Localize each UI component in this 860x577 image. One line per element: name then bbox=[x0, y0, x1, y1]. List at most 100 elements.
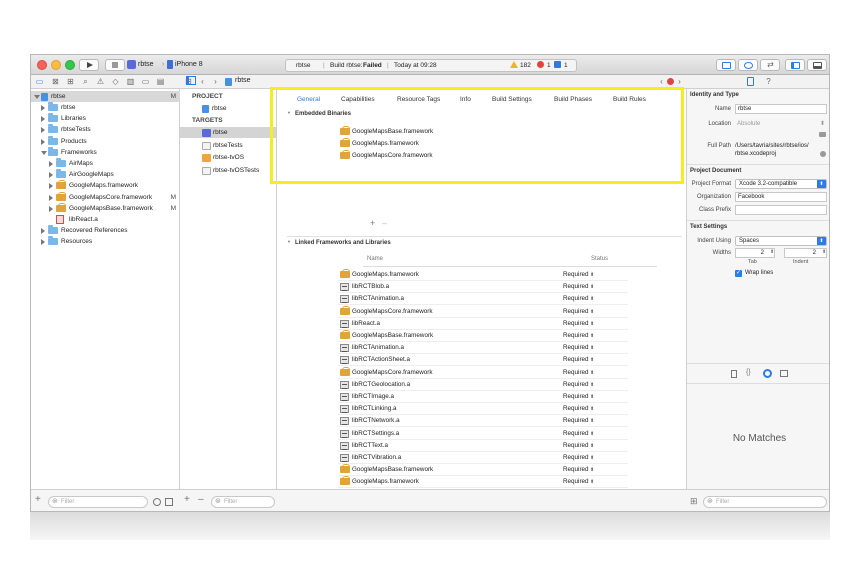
breadcrumb[interactable]: rbtse bbox=[235, 77, 251, 84]
stepper-icon[interactable]: ⬍ bbox=[770, 249, 774, 255]
linked-library-row[interactable]: GoogleMapsBase.framework Required bbox=[338, 464, 628, 477]
target-item[interactable]: rbtse-tvOSTests bbox=[180, 165, 276, 176]
close-button[interactable] bbox=[37, 60, 47, 70]
scm-filter-icon[interactable] bbox=[165, 498, 173, 506]
embedded-binary-row[interactable]: GoogleMapsBase.framework bbox=[338, 126, 628, 138]
error-icon[interactable] bbox=[667, 78, 674, 85]
navigator-item[interactable]: Frameworks bbox=[31, 146, 180, 158]
linked-library-row[interactable]: libRCTBlob.a Required bbox=[338, 281, 628, 294]
linked-library-status[interactable]: Required bbox=[563, 281, 594, 293]
toggle-debug-button[interactable] bbox=[807, 59, 827, 71]
navigator-item[interactable]: AirMaps bbox=[31, 158, 180, 169]
navigator-item[interactable]: GoogleMapsCore.framework M bbox=[31, 191, 180, 203]
linked-library-status[interactable]: Required bbox=[563, 476, 594, 488]
code-snippet-icon[interactable]: {} bbox=[746, 369, 751, 376]
tab-build-phases[interactable]: Build Phases bbox=[554, 96, 592, 103]
minimize-button[interactable] bbox=[51, 60, 61, 70]
run-button[interactable] bbox=[79, 59, 99, 71]
linked-library-row[interactable]: GoogleMapsCore.framework Required bbox=[338, 305, 628, 318]
disclosure-open-icon[interactable] bbox=[41, 150, 47, 155]
toggle-navigator-button[interactable] bbox=[785, 59, 805, 71]
column-header-status[interactable]: Status bbox=[591, 256, 608, 262]
linked-library-status[interactable]: Required bbox=[563, 415, 594, 427]
issue-count[interactable]: 1 bbox=[564, 62, 568, 69]
stepper-icon[interactable]: ⬍ bbox=[822, 249, 826, 255]
assistant-editor-button[interactable] bbox=[738, 59, 758, 71]
linked-library-status[interactable]: Required bbox=[563, 306, 594, 318]
project-format-select[interactable]: Xcode 3.2-compatible bbox=[735, 179, 827, 189]
linked-frameworks-header[interactable]: Linked Frameworks and Libraries bbox=[287, 240, 391, 246]
linked-library-status[interactable]: Required bbox=[563, 428, 594, 440]
linked-library-status[interactable]: Required bbox=[563, 452, 594, 464]
name-field[interactable]: rbtse bbox=[735, 104, 827, 114]
media-library-icon[interactable] bbox=[780, 370, 788, 377]
organization-field[interactable]: Facebook bbox=[735, 192, 827, 202]
warning-triangle-icon[interactable]: ⚠ bbox=[96, 77, 105, 86]
file-template-icon[interactable] bbox=[731, 370, 737, 378]
tab-build-rules[interactable]: Build Rules bbox=[613, 96, 646, 103]
location-select[interactable]: Absolute ⬍ bbox=[735, 119, 827, 129]
navigator-item[interactable]: rbtse bbox=[31, 102, 180, 113]
project-item[interactable]: rbtse bbox=[180, 103, 276, 114]
disclosure-closed-icon[interactable] bbox=[49, 183, 53, 190]
linked-library-status[interactable]: Required bbox=[563, 403, 594, 415]
disclosure-open-icon[interactable] bbox=[34, 95, 40, 99]
linked-library-row[interactable]: libRCTLinking.a Required bbox=[338, 403, 628, 416]
navigator-item[interactable]: AirGoogleMaps bbox=[31, 169, 180, 180]
linked-library-row[interactable]: GoogleMapsCore.framework Required bbox=[338, 366, 628, 379]
tab-build-settings[interactable]: Build Settings bbox=[492, 96, 532, 103]
help-icon[interactable]: ? bbox=[764, 77, 773, 86]
linked-library-row[interactable]: libReact.a Required bbox=[338, 318, 628, 330]
remove-target-button[interactable]: – bbox=[198, 494, 204, 505]
linked-library-row[interactable]: libRCTVibration.a Required bbox=[338, 452, 628, 464]
test-icon[interactable]: ◇ bbox=[111, 77, 120, 86]
navigator-item[interactable]: Products bbox=[31, 135, 180, 147]
scheme-selector[interactable]: rbtse › iPhone 8 bbox=[127, 59, 203, 71]
add-file-button[interactable]: + bbox=[35, 494, 41, 505]
error-count[interactable]: 1 bbox=[547, 62, 551, 69]
linked-library-row[interactable]: libRCTSettings.a Required bbox=[338, 428, 628, 440]
linked-library-status[interactable]: Required bbox=[563, 379, 594, 391]
column-header-name[interactable]: Name bbox=[367, 256, 383, 262]
tab-width-field[interactable]: 2 bbox=[735, 248, 775, 258]
linked-library-row[interactable]: libRCTAnimation.a Required bbox=[338, 342, 628, 355]
disclosure-closed-icon[interactable] bbox=[41, 116, 45, 123]
debug-icon[interactable]: ▥ bbox=[126, 77, 135, 86]
next-issue-icon[interactable]: › bbox=[675, 77, 684, 86]
forward-arrow-icon[interactable]: › bbox=[211, 77, 220, 86]
remove-embedded-button[interactable]: – bbox=[382, 218, 387, 228]
disclosure-closed-icon[interactable] bbox=[41, 138, 45, 145]
disclosure-closed-icon[interactable] bbox=[41, 239, 45, 246]
indent-width-field[interactable]: 2 bbox=[784, 248, 827, 258]
library-filter-input[interactable]: Filter bbox=[703, 496, 827, 508]
issue-icon[interactable] bbox=[554, 61, 561, 68]
error-icon[interactable] bbox=[537, 61, 544, 68]
disclosure-closed-icon[interactable] bbox=[49, 161, 53, 167]
linked-library-status[interactable]: Required bbox=[563, 391, 594, 403]
target-item[interactable]: rbtseTests bbox=[180, 140, 276, 151]
linked-library-row[interactable]: GoogleMaps.framework Required bbox=[338, 476, 628, 489]
linked-library-status[interactable]: Required bbox=[563, 293, 594, 305]
file-inspector-icon[interactable] bbox=[747, 77, 754, 86]
tab-general[interactable]: General bbox=[297, 96, 320, 103]
indent-using-select[interactable]: Spaces bbox=[735, 236, 827, 246]
grid-icon[interactable]: ⊞ bbox=[690, 496, 698, 507]
version-editor-button[interactable]: ⇄ bbox=[760, 59, 780, 71]
linked-library-status[interactable]: Required bbox=[563, 330, 594, 342]
linked-library-row[interactable]: libRCTImage.a Required bbox=[338, 391, 628, 403]
linked-library-status[interactable]: Required bbox=[563, 269, 594, 281]
prev-issue-icon[interactable]: ‹ bbox=[657, 77, 666, 86]
disclosure-closed-icon[interactable] bbox=[49, 205, 53, 212]
tab-capabilities[interactable]: Capabilities bbox=[341, 96, 375, 103]
embedded-binary-row[interactable]: GoogleMaps.framework bbox=[338, 138, 628, 150]
target-item[interactable]: rbtse bbox=[180, 127, 276, 138]
wrap-lines-checkbox[interactable]: ✓ bbox=[735, 270, 742, 277]
warning-icon[interactable] bbox=[510, 61, 518, 68]
tab-info[interactable]: Info bbox=[460, 96, 471, 103]
standard-editor-button[interactable] bbox=[716, 59, 736, 71]
linked-library-row[interactable]: libRCTNetwork.a Required bbox=[338, 415, 628, 428]
folder-icon[interactable]: ▭ bbox=[35, 77, 44, 86]
navigator-item[interactable]: rbtseTests bbox=[31, 124, 180, 135]
folder-icon[interactable] bbox=[819, 132, 826, 137]
linked-library-status[interactable]: Required bbox=[563, 440, 594, 452]
